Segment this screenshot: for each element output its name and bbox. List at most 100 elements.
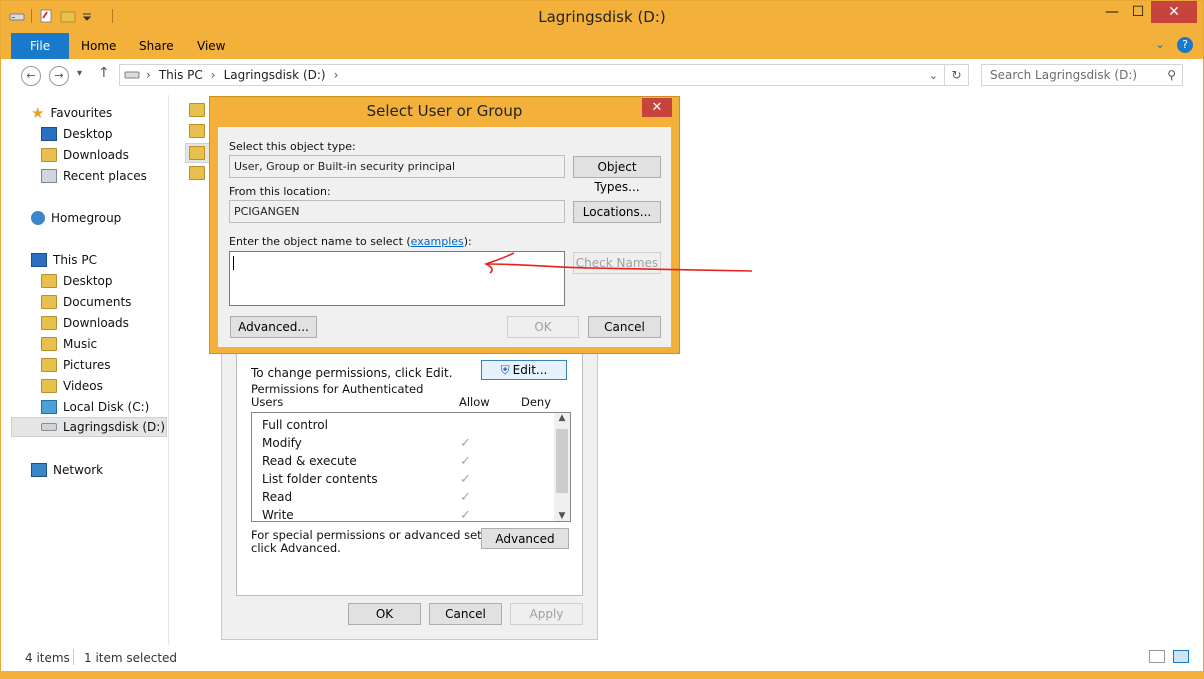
- status-divider: [73, 649, 74, 665]
- locations-button[interactable]: Locations...: [573, 201, 661, 223]
- permission-row: Write ✓: [262, 508, 552, 526]
- window-bottom-border: [0, 671, 1204, 679]
- label-text: ):: [463, 235, 472, 248]
- permissions-header-line1: Permissions for Authenticated: [251, 382, 424, 396]
- scroll-down-icon[interactable]: ▼: [554, 511, 570, 521]
- recent-locations-button[interactable]: ▾: [77, 68, 82, 79]
- permissions-list[interactable]: Full control Modify ✓ Read & execute ✓ Lis…: [251, 412, 571, 523]
- apply-button[interactable]: Apply: [510, 603, 583, 625]
- dialog-close-button[interactable]: ✕: [642, 98, 672, 117]
- chevron-right-icon[interactable]: ›: [334, 68, 339, 82]
- address-bar[interactable]: › This PC › Lagringsdisk (D:) › ⌄ ↻: [119, 64, 969, 86]
- nav-lagringsdisk-d[interactable]: Lagringsdisk (D:): [11, 417, 167, 437]
- advanced-button[interactable]: Advanced: [481, 528, 569, 549]
- tab-share[interactable]: Share: [125, 33, 188, 59]
- nav-label: Lagringsdisk (D:): [63, 420, 166, 434]
- chevron-right-icon[interactable]: ›: [211, 68, 216, 82]
- edit-button-label: Edit...: [512, 363, 548, 377]
- annotation-arrow: [484, 252, 753, 274]
- scroll-up-icon[interactable]: ▲: [554, 413, 570, 423]
- nav-label: Desktop: [63, 274, 113, 288]
- nav-pc-documents[interactable]: Documents: [41, 292, 131, 312]
- network-icon: [31, 463, 47, 477]
- dialog-ok-button[interactable]: OK: [507, 316, 579, 338]
- scroll-thumb[interactable]: [556, 429, 568, 493]
- permission-name: Modify: [262, 436, 302, 450]
- folder-icon: [189, 103, 205, 117]
- nav-pc-desktop[interactable]: Desktop: [41, 271, 113, 291]
- expand-ribbon-icon[interactable]: ⌄: [1155, 37, 1165, 53]
- up-button[interactable]: ↑: [98, 65, 110, 81]
- folder-icon: [41, 337, 57, 351]
- breadcrumb-this-pc[interactable]: This PC: [159, 68, 203, 82]
- nav-label: Videos: [63, 379, 103, 393]
- location-field: PCIGANGEN: [229, 200, 565, 223]
- drive-icon: [41, 423, 57, 431]
- object-types-button[interactable]: Object Types...: [573, 156, 661, 194]
- recent-places-icon: [41, 169, 57, 183]
- item-count: 4 items: [25, 651, 70, 665]
- text-caret: [233, 256, 234, 270]
- nav-pc-downloads[interactable]: Downloads: [41, 313, 129, 333]
- allow-check-icon: ✓: [460, 454, 471, 469]
- ok-button[interactable]: OK: [348, 603, 421, 625]
- minimize-button[interactable]: —: [1101, 1, 1123, 23]
- nav-label: Recent places: [63, 169, 147, 183]
- details-view-icon[interactable]: [1149, 650, 1165, 663]
- nav-local-disk-c[interactable]: Local Disk (C:): [41, 397, 149, 417]
- nav-network[interactable]: Network: [31, 460, 103, 480]
- help-icon[interactable]: ?: [1177, 37, 1193, 53]
- nav-label: Homegroup: [51, 211, 122, 225]
- close-button[interactable]: ✕: [1151, 1, 1197, 23]
- nav-pc-videos[interactable]: Videos: [41, 376, 103, 396]
- tab-view[interactable]: View: [183, 33, 239, 59]
- title-bar: Lagringsdisk (D:) — ☐ ✕: [1, 1, 1203, 33]
- object-type-label: Select this object type:: [229, 140, 356, 153]
- edit-button[interactable]: ⛨ Edit...: [481, 360, 567, 380]
- cancel-button[interactable]: Cancel: [429, 603, 502, 625]
- dialog-advanced-button[interactable]: Advanced...: [230, 316, 317, 338]
- scrollbar[interactable]: ▲ ▼: [554, 413, 570, 521]
- refresh-icon[interactable]: ↻: [944, 65, 968, 85]
- permission-row: Modify ✓: [262, 436, 552, 454]
- shield-icon: ⛨: [500, 363, 510, 377]
- permission-name: Read: [262, 490, 293, 504]
- nav-this-pc[interactable]: This PC: [31, 250, 97, 270]
- dialog-cancel-button[interactable]: Cancel: [588, 316, 661, 338]
- nav-label: Local Disk (C:): [63, 400, 150, 414]
- permission-row: List folder contents ✓: [262, 472, 552, 490]
- nav-pc-music[interactable]: Music: [41, 334, 97, 354]
- change-permissions-text: To change permissions, click Edit.: [251, 366, 453, 380]
- chevron-right-icon[interactable]: ›: [146, 68, 151, 82]
- maximize-button[interactable]: ☐: [1127, 1, 1149, 23]
- nav-label: Pictures: [63, 358, 111, 372]
- nav-favourites[interactable]: ★ Favourites: [31, 103, 112, 123]
- chevron-down-icon[interactable]: ⌄: [929, 69, 938, 82]
- permission-name: List folder contents: [262, 472, 378, 486]
- nav-homegroup[interactable]: Homegroup: [31, 208, 121, 228]
- search-input[interactable]: Search Lagringsdisk (D:) ⚲: [981, 64, 1183, 86]
- folder-icon: [41, 316, 57, 330]
- nav-recent-places[interactable]: Recent places: [41, 166, 147, 186]
- allow-check-icon: ✓: [460, 508, 471, 523]
- examples-link[interactable]: examples: [411, 235, 464, 248]
- large-icons-view-icon[interactable]: [1173, 650, 1189, 663]
- tab-home[interactable]: Home: [67, 33, 130, 59]
- permissions-dialog: To change permissions, click Edit. ⛨ Edit…: [221, 340, 598, 640]
- address-row: ← → ▾ ↑ › This PC › Lagringsdisk (D:) › …: [1, 59, 1203, 95]
- folder-icon: [189, 166, 205, 180]
- folder-icon: [41, 295, 57, 309]
- desktop-icon: [41, 127, 57, 141]
- nav-pc-pictures[interactable]: Pictures: [41, 355, 111, 375]
- star-icon: ★: [31, 104, 45, 122]
- permissions-header-line2: Users: [251, 395, 284, 409]
- search-icon[interactable]: ⚲: [1167, 65, 1176, 85]
- back-button[interactable]: ←: [21, 66, 41, 86]
- nav-favourites-desktop[interactable]: Desktop: [41, 124, 113, 144]
- drive-icon: [124, 67, 140, 84]
- tab-file[interactable]: File: [11, 33, 70, 59]
- breadcrumb-drive[interactable]: Lagringsdisk (D:): [224, 68, 326, 82]
- nav-favourites-downloads[interactable]: Downloads: [41, 145, 129, 165]
- permission-name: Full control: [262, 418, 328, 432]
- forward-button[interactable]: →: [49, 66, 69, 86]
